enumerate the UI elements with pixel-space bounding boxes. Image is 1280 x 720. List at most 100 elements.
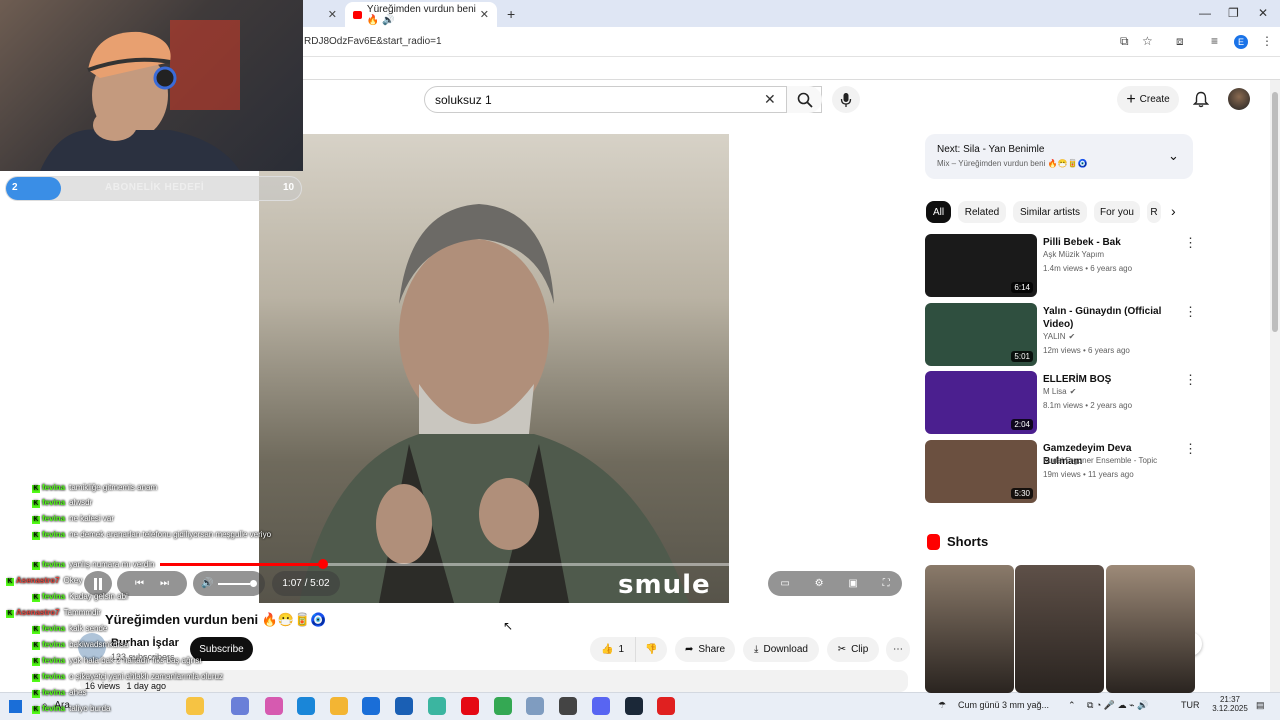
more-options-icon[interactable]: ⋮: [1184, 235, 1197, 251]
volume-control[interactable]: 🔊: [193, 571, 265, 596]
fullscreen-icon[interactable]: ⛶: [883, 578, 890, 589]
previous-icon[interactable]: ⏮: [135, 578, 144, 589]
video-channel[interactable]: M Lisa ✔: [1043, 387, 1076, 396]
video-thumbnail[interactable]: 2:04: [925, 371, 1037, 434]
copilot-icon[interactable]: [265, 697, 283, 715]
cast-icon[interactable]: ⧉: [1120, 34, 1129, 49]
close-window-button[interactable]: ✕: [1258, 6, 1268, 20]
short-thumbnail[interactable]: [925, 565, 1014, 693]
like-button[interactable]: 👍 1: [590, 637, 635, 662]
channel-name-text: Aşk Müzik Yapım: [1043, 250, 1105, 259]
chrome-menu-icon[interactable]: ⋮: [1261, 34, 1273, 48]
discord-icon[interactable]: [592, 697, 610, 715]
video-title-link[interactable]: ELLERİM BOŞ: [1043, 373, 1173, 386]
browser-tab-active[interactable]: Yüreğimden vurdun beni 🔥 🔊 ✕: [345, 2, 497, 27]
video-channel[interactable]: YALIN ✔: [1043, 332, 1075, 341]
tray-icons[interactable]: ⧉ ◔ 🎤 ☁ ⌁ 🔊: [1087, 700, 1148, 711]
search-button[interactable]: [786, 86, 822, 113]
subtitles-icon[interactable]: ▭: [780, 578, 789, 589]
search-box[interactable]: [424, 86, 822, 113]
language-indicator[interactable]: TUR: [1181, 700, 1200, 710]
download-button[interactable]: ⤓ Download: [743, 637, 819, 662]
clock[interactable]: 21:37 3.12.2025: [1212, 695, 1248, 713]
settings-app-icon[interactable]: [526, 697, 544, 715]
short-thumbnail[interactable]: [1106, 565, 1195, 693]
video-channel[interactable]: Kudsi Erguner Ensemble - Topic: [1043, 456, 1157, 465]
media-icon[interactable]: ≡: [1211, 34, 1218, 48]
file-explorer-icon[interactable]: [330, 697, 348, 715]
windows-start-icon[interactable]: [9, 700, 22, 713]
chip-all[interactable]: All: [926, 201, 951, 223]
video-title-link[interactable]: Yalın - Günaydın (Official Video): [1043, 305, 1173, 331]
video-thumbnail[interactable]: 5:30: [925, 440, 1037, 503]
search-input[interactable]: [435, 93, 735, 107]
store-icon[interactable]: [362, 697, 380, 715]
chip-related[interactable]: Related: [958, 201, 1006, 223]
app-icon[interactable]: [657, 697, 675, 715]
video-thumbnail[interactable]: 6:14: [925, 234, 1037, 297]
clear-search-icon[interactable]: ✕: [764, 91, 776, 108]
weather-text[interactable]: Cum günü 3 mm yağ...: [958, 700, 1049, 710]
tab-close-icon[interactable]: ✕: [480, 8, 489, 21]
weather-icon[interactable]: ☂: [938, 700, 946, 711]
video-channel[interactable]: Aşk Müzik Yapım: [1043, 250, 1104, 259]
widgets-icon[interactable]: [186, 697, 204, 715]
notifications-icon[interactable]: ▤: [1256, 700, 1265, 711]
miniplayer-icon[interactable]: ▣: [848, 578, 857, 589]
chip-similar-artists[interactable]: Similar artists: [1013, 201, 1087, 223]
chat-badge-icon: K: [32, 626, 40, 634]
tray-chevron-icon[interactable]: ⌃: [1068, 700, 1076, 711]
more-options-icon[interactable]: ⋮: [1184, 372, 1197, 388]
task-view-icon[interactable]: [231, 697, 249, 715]
video-thumbnail[interactable]: 5:01: [925, 303, 1037, 366]
app-icon[interactable]: [428, 697, 446, 715]
video-title-link[interactable]: Pilli Bebek - Bak: [1043, 236, 1173, 249]
up-next-panel[interactable]: [925, 134, 1193, 179]
netflix-icon[interactable]: [461, 697, 479, 715]
outlook-icon[interactable]: [395, 697, 413, 715]
chip-for-you[interactable]: For you: [1094, 201, 1140, 223]
chevron-down-icon[interactable]: ⌄: [1168, 148, 1179, 164]
chat-username: fevina: [42, 656, 66, 665]
app-icon[interactable]: [559, 697, 577, 715]
short-thumbnail[interactable]: [1015, 565, 1104, 693]
browser-tab[interactable]: ✕: [303, 2, 345, 27]
scrollbar-thumb[interactable]: [1272, 92, 1278, 332]
view-count: 16 views: [85, 681, 121, 691]
url-field[interactable]: RDJ8OdzFav6E&start_radio=1: [304, 36, 442, 47]
next-icon[interactable]: ⏭: [160, 578, 169, 589]
more-actions-button[interactable]: ⋯: [886, 637, 910, 662]
volume-slider[interactable]: [217, 582, 250, 585]
chat-message: Kfevina bakiwadsmkdfsa: [32, 640, 128, 650]
voice-search-button[interactable]: [832, 86, 860, 113]
tab-close-icon[interactable]: ✕: [328, 8, 337, 21]
dislike-button[interactable]: 👎: [635, 637, 667, 662]
chat-text: tamikliğe gitmemis anam: [69, 483, 158, 492]
steam-icon[interactable]: [625, 697, 643, 715]
restore-button[interactable]: ❐: [1228, 6, 1239, 20]
more-options-icon[interactable]: ⋮: [1184, 304, 1197, 320]
chat-username: fevina: [42, 560, 66, 569]
bookmark-star-icon[interactable]: ☆: [1142, 34, 1153, 48]
create-button[interactable]: + Create: [1117, 86, 1179, 113]
create-label: Create: [1139, 94, 1170, 105]
chrome-icon[interactable]: [494, 697, 512, 715]
channel-name-text: YALIN: [1043, 332, 1066, 341]
clip-button[interactable]: ✂ Clip: [827, 637, 879, 662]
more-options-icon[interactable]: ⋮: [1184, 441, 1197, 457]
volume-knob[interactable]: [249, 580, 257, 587]
extensions-icon[interactable]: ⧈: [1176, 34, 1184, 49]
minimize-button[interactable]: —: [1199, 6, 1211, 20]
account-avatar[interactable]: [1228, 88, 1250, 110]
chip-partial[interactable]: R: [1147, 201, 1161, 223]
share-button[interactable]: ➦ Share: [675, 637, 735, 662]
edge-icon[interactable]: [297, 697, 315, 715]
video-player[interactable]: [259, 134, 729, 603]
settings-gear-icon[interactable]: ⚙: [815, 578, 824, 589]
volume-icon[interactable]: 🔊: [201, 578, 213, 589]
new-tab-button[interactable]: +: [507, 6, 515, 22]
like-count: 1: [618, 644, 624, 655]
chevron-right-icon[interactable]: ›: [1171, 203, 1176, 219]
profile-avatar[interactable]: E: [1234, 35, 1248, 49]
notifications-bell-icon[interactable]: [1192, 91, 1210, 111]
